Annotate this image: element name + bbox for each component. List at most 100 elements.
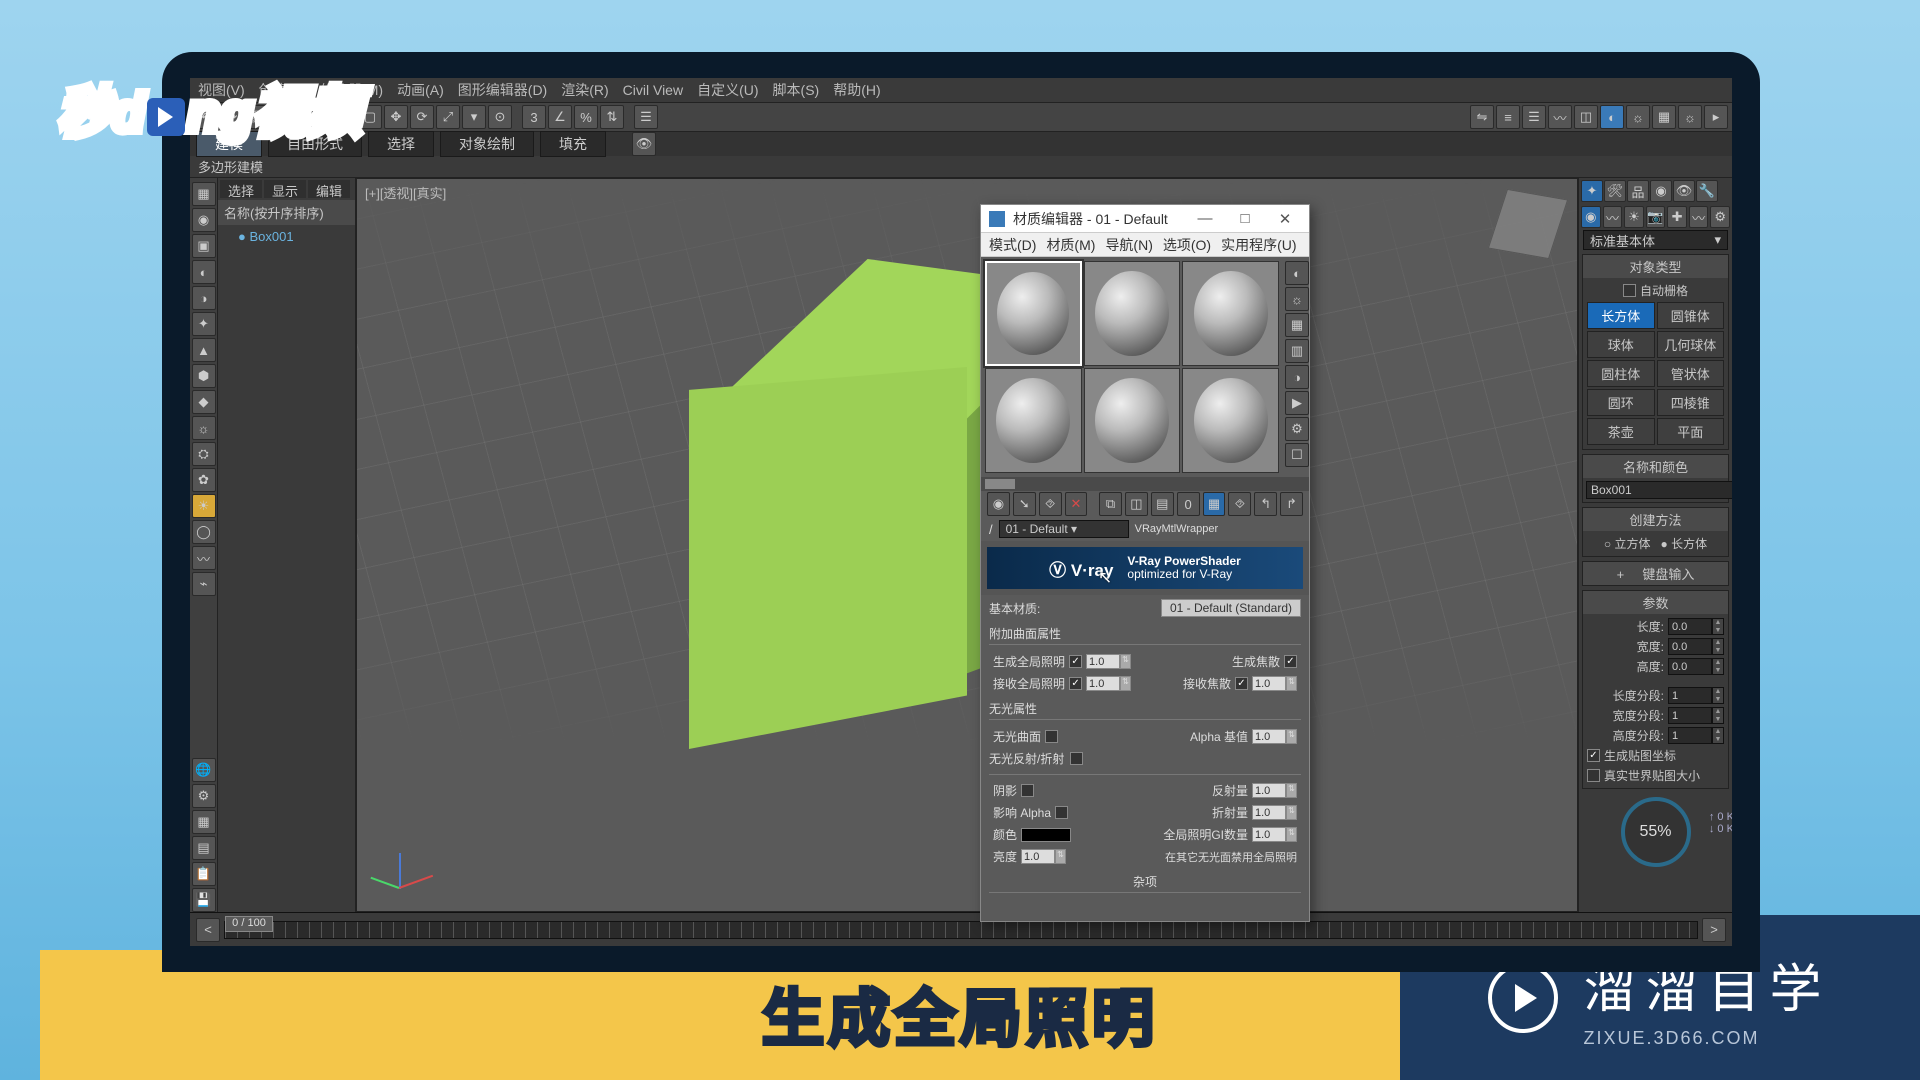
helpers-icon[interactable]: ✚ [1667, 206, 1687, 228]
recv-gi-spinner[interactable]: ⇅ [1086, 676, 1131, 691]
timeline-start-icon[interactable]: < [196, 918, 220, 942]
affect-alpha-checkbox[interactable] [1055, 806, 1068, 819]
prim-torus[interactable]: 圆环 [1587, 389, 1655, 416]
layer-icon[interactable]: ☰ [1522, 105, 1546, 129]
scene-item-box[interactable]: ● Box001 [226, 229, 347, 244]
shadow-color-swatch[interactable] [1021, 828, 1071, 842]
display-tab-icon[interactable]: 👁 [1673, 180, 1695, 202]
motion-tab-icon[interactable]: ◉ [1650, 180, 1672, 202]
toolbox-icon[interactable]: ✦ [192, 312, 216, 336]
viewport[interactable]: [+][透视][真实] [356, 178, 1578, 912]
recv-caustic-spinner[interactable]: ⇅ [1252, 676, 1297, 691]
menu-item[interactable]: 脚本(S) [773, 80, 820, 100]
toolbox-icon[interactable]: ⚙ [192, 784, 216, 808]
rollout-title[interactable]: 创建方法 [1583, 508, 1728, 531]
wseg-spinner[interactable]: ▲▼ [1668, 707, 1724, 724]
radio-cube[interactable]: ○ 立方体 [1604, 535, 1651, 552]
backlight-icon[interactable]: ☼ [1285, 287, 1309, 311]
move-icon[interactable]: ✥ [384, 105, 408, 129]
menu-item[interactable]: Civil View [623, 82, 683, 98]
prim-sphere[interactable]: 球体 [1587, 331, 1655, 358]
create-tab-icon[interactable]: ✦ [1581, 180, 1603, 202]
toolbox-icon[interactable]: 💾 [192, 888, 216, 912]
menu-item[interactable]: 图形编辑器(D) [458, 80, 547, 100]
scene-tab[interactable]: 显示 [264, 180, 306, 198]
mirror-icon[interactable]: ⇋ [1470, 105, 1494, 129]
uv-tiling-icon[interactable]: ▥ [1285, 339, 1309, 363]
toolbox-icon[interactable]: ◯ [192, 520, 216, 544]
reset-icon[interactable]: ✕ [1065, 492, 1088, 516]
toolbox-icon[interactable]: ◑ [192, 286, 216, 310]
rotate-icon[interactable]: ⟳ [410, 105, 434, 129]
material-id-icon[interactable]: 0 [1177, 492, 1200, 516]
prim-box[interactable]: 长方体 [1587, 302, 1655, 329]
me-menu-item[interactable]: 选项(O) [1163, 235, 1211, 255]
material-slot-5[interactable] [1084, 368, 1181, 473]
toolbox-icon[interactable]: ☼ [192, 416, 216, 440]
material-editor-window[interactable]: 材质编辑器 - 01 - Default — □ ✕ 模式(D) 材质(M) 导… [980, 204, 1310, 922]
prim-geosphere[interactable]: 几何球体 [1657, 331, 1725, 358]
make-preview-icon[interactable]: ▶ [1285, 391, 1309, 415]
rollout-title[interactable]: 参数 [1583, 591, 1728, 614]
go-parent-icon[interactable]: ↰ [1254, 492, 1277, 516]
scene-header[interactable]: 名称(按升序排序) [218, 200, 355, 225]
toolbox-icon[interactable]: ⌁ [192, 572, 216, 596]
scene-tab[interactable]: 编辑 [308, 180, 350, 198]
tab-object-paint[interactable]: 对象绘制 [440, 131, 534, 157]
rollout-title[interactable]: 对象类型 [1583, 255, 1728, 278]
utilities-tab-icon[interactable]: 🔧 [1696, 180, 1718, 202]
percent-snap-icon[interactable]: % [574, 105, 598, 129]
snap-icon[interactable]: 3 [522, 105, 546, 129]
render-setup-icon[interactable]: ☼ [1626, 105, 1650, 129]
toolbox-icon[interactable]: ⬢ [192, 364, 216, 388]
material-name-dropdown[interactable]: 01 - Default ▾ [999, 520, 1129, 538]
rollout-title[interactable]: 名称和颜色 [1583, 455, 1728, 478]
me-menu-item[interactable]: 实用程序(U) [1221, 235, 1296, 255]
spinner-snap-icon[interactable]: ⇅ [600, 105, 624, 129]
base-material-button[interactable]: 01 - Default (Standard) [1161, 599, 1301, 617]
toolbox-icon[interactable]: 📋 [192, 862, 216, 886]
show-in-viewport-icon[interactable]: ▦ [1203, 492, 1226, 516]
options-icon[interactable]: ⚙ [1285, 417, 1309, 441]
prim-pyramid[interactable]: 四棱锥 [1657, 389, 1725, 416]
me-menu-item[interactable]: 模式(D) [989, 235, 1036, 255]
go-sibling-icon[interactable]: ↱ [1280, 492, 1303, 516]
shapes-icon[interactable]: 〰 [1603, 206, 1623, 228]
toolbox-icon[interactable]: ▣ [192, 234, 216, 258]
prim-cone[interactable]: 圆锥体 [1657, 302, 1725, 329]
put-to-library-icon[interactable]: ▤ [1151, 492, 1174, 516]
time-marker[interactable]: 0 / 100 [225, 916, 273, 932]
make-copy-icon[interactable]: ⧉ [1099, 492, 1122, 516]
select-region-icon[interactable]: ▢ [358, 105, 382, 129]
material-type-label[interactable]: VRayMtlWrapper [1135, 523, 1219, 535]
recv-caustic-checkbox[interactable] [1235, 677, 1248, 690]
width-spinner[interactable]: ▲▼ [1668, 638, 1724, 655]
sun-icon[interactable]: ☀ [192, 494, 216, 518]
menu-item[interactable]: 帮助(H) [833, 80, 880, 100]
toolbox-icon[interactable]: ▲ [192, 338, 216, 362]
material-slot-1[interactable] [985, 261, 1082, 366]
height-spinner[interactable]: ▲▼ [1668, 658, 1724, 675]
get-material-icon[interactable]: ◉ [987, 492, 1010, 516]
main-menu[interactable]: 视图(V) 创建(C) 修改器(M) 动画(A) 图形编辑器(D) 渲染(R) … [190, 78, 1732, 102]
modify-tab-icon[interactable]: 🛠 [1604, 180, 1626, 202]
hseg-spinner[interactable]: ▲▼ [1668, 727, 1724, 744]
scale-icon[interactable]: ⤢ [436, 105, 460, 129]
matte-surface-checkbox[interactable] [1045, 730, 1058, 743]
minimize-icon[interactable]: — [1189, 209, 1221, 229]
viewport-label[interactable]: [+][透视][真实] [365, 183, 446, 202]
recv-gi-checkbox[interactable] [1069, 677, 1082, 690]
menu-item[interactable]: 自定义(U) [697, 80, 758, 100]
time-track[interactable]: 0 / 100 [224, 921, 1698, 939]
pivot-icon[interactable]: ⊙ [488, 105, 512, 129]
tab-populate[interactable]: 填充 [540, 131, 606, 157]
gi-amount-spinner[interactable]: ⇅ [1252, 827, 1297, 842]
gen-gi-checkbox[interactable] [1069, 655, 1082, 668]
curve-editor-icon[interactable]: 〰 [1548, 105, 1572, 129]
primitive-category-dropdown[interactable]: 标准基本体▾ [1583, 230, 1728, 250]
prim-tube[interactable]: 管状体 [1657, 360, 1725, 387]
matte-refl-checkbox[interactable] [1070, 752, 1083, 765]
scene-tree[interactable]: ● Box001 [218, 225, 355, 912]
toolbox-icon[interactable]: ✿ [192, 468, 216, 492]
me-menu-item[interactable]: 材质(M) [1046, 235, 1095, 255]
